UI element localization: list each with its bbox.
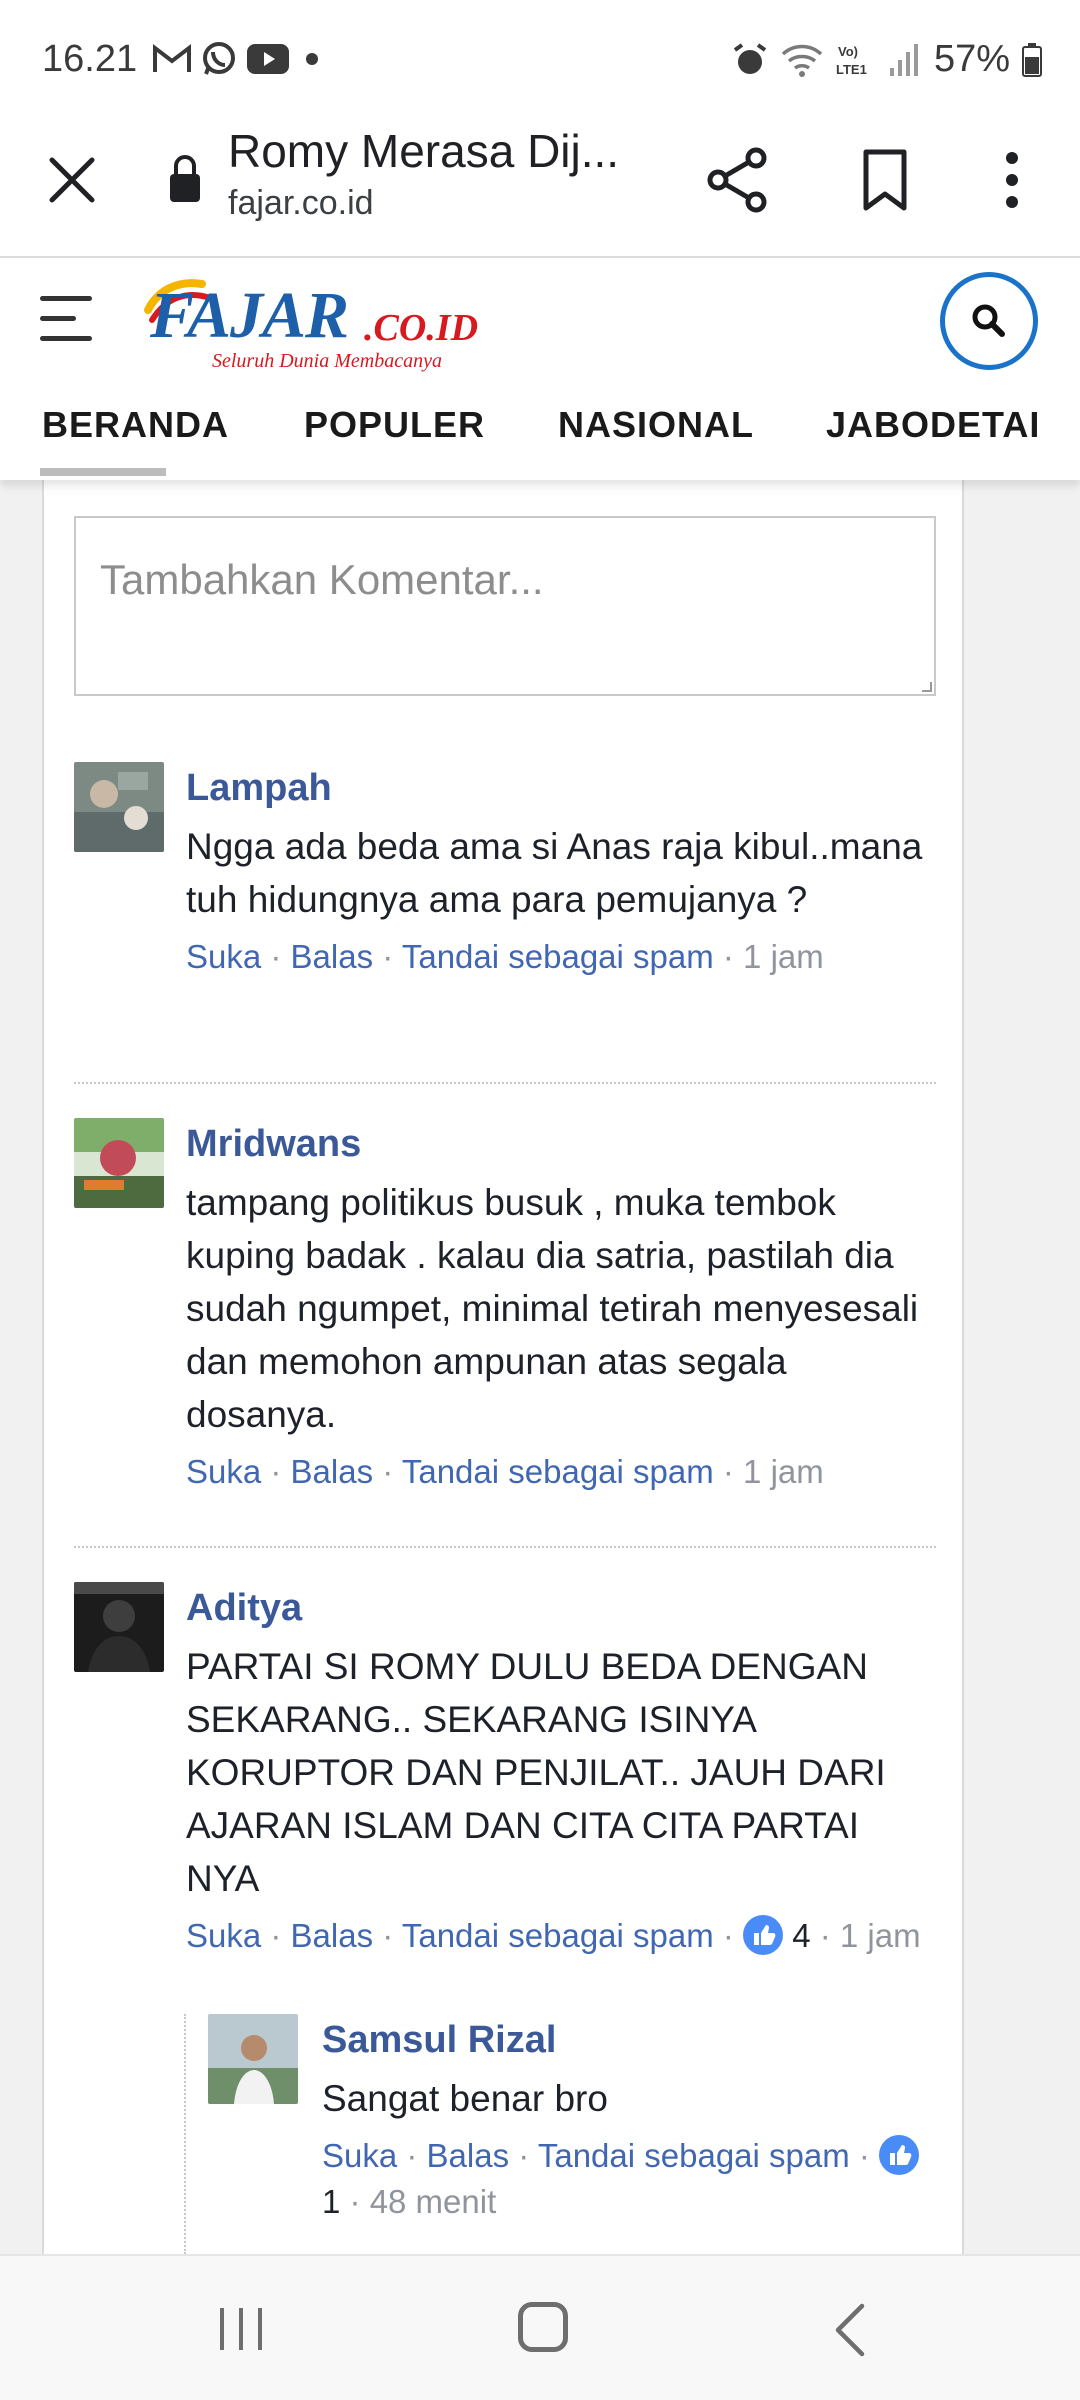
back-icon[interactable] [830,2300,870,2360]
active-tab-indicator [40,468,166,476]
status-time: 16.21 [42,38,138,80]
close-icon[interactable] [40,148,104,212]
like-link[interactable]: Suka [322,2137,397,2174]
comment-text: tampang politikus busuk , muka tembok ku… [186,1182,919,1435]
avatar[interactable] [208,2014,298,2104]
gmail-icon [153,43,191,72]
like-link[interactable]: Suka [186,938,261,975]
signal-icon [889,43,918,76]
menu-icon[interactable] [40,294,96,344]
page-content[interactable]: Tambahkan Komentar... Lampah Ngga ada be… [0,480,1080,2254]
whatsapp-icon [203,42,235,75]
comments-panel: Tambahkan Komentar... Lampah Ngga ada be… [42,480,964,2254]
volte-icon: Vo) LTE1 [836,44,867,77]
logo-text: FAJAR [150,279,349,352]
youtube-icon [247,44,289,74]
comment-actions: Suka · Balas · Tandai sebagai spam · 1 j… [186,1453,824,1490]
page-title[interactable]: Romy Merasa Dij... [228,124,619,178]
battery-icon [1022,42,1042,77]
comment-author[interactable]: Mridwans [186,1118,936,1170]
logo-tagline: Seluruh Dunia Membacanya [212,350,442,372]
like-link[interactable]: Suka [186,1453,261,1490]
reply-author[interactable]: Samsul Rizal [322,2014,922,2066]
comment-actions: Suka · Balas · Tandai sebagai spam · 4 ·… [186,1915,921,1955]
notification-icons [152,40,322,78]
reply-link[interactable]: Balas [291,938,374,975]
search-icon [972,304,1005,337]
alarm-icon [733,42,767,74]
comment-input-placeholder: Tambahkan Komentar... [100,556,544,603]
lock-icon[interactable] [168,148,202,208]
bookmark-icon[interactable] [850,142,920,218]
tab-beranda[interactable]: BERANDA [42,404,229,446]
search-button[interactable] [940,272,1038,370]
reply-link[interactable]: Balas [291,1917,374,1954]
mark-spam-link[interactable]: Tandai sebagai spam [402,1453,714,1490]
resize-grip-icon[interactable] [922,682,932,692]
comment-time[interactable]: 1 jam [743,1453,824,1490]
comment-time[interactable]: 1 jam [743,938,824,975]
avatar[interactable] [74,762,164,852]
reply-thread: Samsul Rizal Sangat benar bro Suka · Bal… [184,2014,920,2254]
page-domain[interactable]: fajar.co.id [228,184,374,223]
mark-spam-link[interactable]: Tandai sebagai spam [538,2137,850,2174]
tab-jabodetabek[interactable]: JABODETAI [826,404,1040,446]
recent-apps-icon[interactable] [216,2306,266,2352]
svg-text:Vo): Vo) [838,44,858,59]
thumbs-up-icon [743,1915,784,1955]
tab-nasional[interactable]: NASIONAL [558,404,754,446]
comment-divider [74,1082,936,1084]
thumbs-up-icon [879,2135,920,2175]
reply-link[interactable]: Balas [291,1453,374,1490]
comment-actions: Suka · Balas · Tandai sebagai spam · 1 j… [186,938,824,975]
comment-text: PARTAI SI ROMY DULU BEDA DENGAN SEKARANG… [186,1646,886,1899]
more-options-icon[interactable] [980,142,1044,218]
dot-icon [306,53,318,65]
like-count: 4 [792,1917,811,1954]
avatar[interactable] [74,1582,164,1672]
reply-actions: Suka · Balas · Tandai sebagai spam · 1 ·… [322,2133,922,2225]
mark-spam-link[interactable]: Tandai sebagai spam [402,938,714,975]
status-bar: 16.21 Vo) LTE1 57% [0,0,1080,112]
fajar-logo[interactable]: FAJAR .CO.ID Seluruh Dunia Membacanya [142,270,482,380]
reply-text: Sangat benar bro [322,2078,608,2119]
comment-author[interactable]: Aditya [186,1582,936,1634]
like-count: 1 [322,2183,341,2220]
tab-populer[interactable]: POPULER [304,404,485,446]
wifi-icon [781,44,823,77]
share-icon[interactable] [700,142,776,218]
site-header: FAJAR .CO.ID Seluruh Dunia Membacanya BE… [0,258,1080,480]
svg-text:LTE1: LTE1 [836,62,867,77]
reply-time[interactable]: 48 menit [370,2183,497,2220]
comment-text: Ngga ada beda ama si Anas raja kibul..ma… [186,826,923,920]
reply-link[interactable]: Balas [427,2137,510,2174]
logo-tld: .CO.ID [364,307,479,349]
comment-author[interactable]: Lampah [186,762,936,814]
battery-percent: 57% [933,38,1010,80]
status-right: Vo) LTE1 57% [732,38,1042,81]
mark-spam-link[interactable]: Tandai sebagai spam [402,1917,714,1954]
comment-divider [74,1546,936,1548]
like-link[interactable]: Suka [186,1917,261,1954]
browser-toolbar: Romy Merasa Dij... fajar.co.id [0,112,1080,258]
comment-input[interactable]: Tambahkan Komentar... [74,516,936,696]
comment-time[interactable]: 1 jam [840,1917,921,1954]
avatar[interactable] [74,1118,164,1208]
home-icon[interactable] [518,2302,568,2352]
system-navigation-bar [0,2254,1080,2400]
